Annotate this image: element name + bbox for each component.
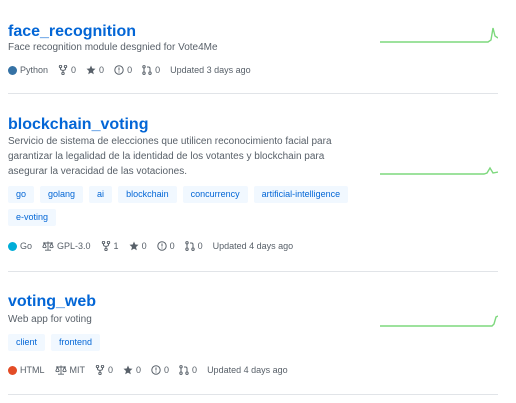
- activity-sparkline: [380, 27, 498, 43]
- language-color-dot: [8, 365, 17, 375]
- issue-icon: [151, 365, 161, 375]
- pulls-link[interactable]: 0: [142, 64, 160, 76]
- pulls-count: 0: [197, 241, 203, 251]
- pull-request-icon: [142, 65, 152, 75]
- updated-time: Updated 3 days ago: [170, 65, 251, 75]
- pulls-count: 0: [155, 65, 161, 75]
- pulls-link[interactable]: 0: [184, 240, 203, 252]
- stars-count: 0: [141, 241, 147, 251]
- language-label: HTML: [20, 365, 45, 375]
- topic-tag[interactable]: go: [8, 186, 35, 203]
- language-color-dot: [8, 241, 17, 251]
- topic-tag[interactable]: blockchain: [118, 186, 177, 203]
- pull-request-icon: [179, 365, 189, 375]
- forks-link[interactable]: 0: [58, 64, 76, 76]
- divider: [8, 93, 498, 94]
- stars-count: 0: [99, 65, 105, 75]
- pulls-count: 0: [192, 365, 198, 375]
- language-label: Go: [20, 241, 33, 251]
- star-icon: [123, 365, 133, 375]
- star-icon: [129, 241, 139, 251]
- repo-description: Face recognition module desgnied for Vot…: [8, 42, 218, 53]
- topics-list: go golang ai blockchain concurrency arti…: [8, 186, 368, 226]
- stars-link[interactable]: 0: [86, 64, 104, 76]
- topic-tag[interactable]: golang: [40, 186, 84, 203]
- stars-link[interactable]: 0: [129, 240, 147, 252]
- language-info: HTML: [8, 364, 45, 376]
- license-label: GPL-3.0: [57, 241, 91, 251]
- issues-link[interactable]: 0: [114, 64, 132, 76]
- law-icon: [54, 365, 67, 375]
- issue-icon: [114, 65, 124, 75]
- forks-count: 0: [71, 65, 77, 75]
- fork-icon: [101, 241, 110, 251]
- pulls-link[interactable]: 0: [179, 364, 197, 376]
- updated-time: Updated 4 days ago: [207, 365, 288, 375]
- topic-tag[interactable]: client: [8, 334, 46, 351]
- forks-count: 1: [113, 241, 119, 251]
- stars-count: 0: [136, 365, 142, 375]
- repo-meta: Python 0 0 0 0 Updated 3 days ago: [8, 64, 261, 76]
- updated-time: Updated 4 days ago: [212, 241, 294, 251]
- divider: [8, 394, 498, 395]
- star-icon: [86, 65, 96, 75]
- forks-link[interactable]: 0: [95, 364, 113, 376]
- fork-icon: [58, 65, 68, 75]
- fork-icon: [95, 365, 105, 375]
- issues-count: 0: [169, 241, 175, 251]
- language-color-dot: [8, 65, 17, 75]
- repo-title-link[interactable]: voting_web: [8, 292, 96, 312]
- issues-link[interactable]: 0: [156, 240, 175, 252]
- topic-tag[interactable]: frontend: [51, 334, 101, 351]
- language-info: Go: [8, 240, 32, 252]
- repo-description: Servicio de sistema de elecciones que ut…: [8, 136, 332, 177]
- law-icon: [42, 241, 54, 251]
- license-label: MIT: [69, 365, 86, 375]
- repo-meta: Go GPL-3.0 1 0 0 0 Updated 4 days ago: [8, 240, 303, 252]
- divider: [8, 271, 498, 272]
- repo-title-link[interactable]: face_recognition: [8, 22, 136, 42]
- issues-link[interactable]: 0: [151, 364, 169, 376]
- issue-icon: [156, 241, 167, 251]
- topics-list: client frontend: [8, 334, 368, 351]
- issues-count: 0: [127, 65, 133, 75]
- license-info: GPL-3.0: [42, 240, 91, 252]
- pull-request-icon: [184, 241, 195, 251]
- activity-sparkline: [380, 166, 498, 175]
- repo-meta: HTML MIT 0 0 0 0 Updated 4 days ago: [8, 364, 298, 376]
- forks-count: 0: [108, 365, 114, 375]
- topic-tag[interactable]: e-voting: [8, 209, 57, 226]
- forks-link[interactable]: 1: [101, 240, 119, 252]
- topic-tag[interactable]: concurrency: [182, 186, 248, 203]
- topic-tag[interactable]: ai: [89, 186, 113, 203]
- repo-description: Web app for voting: [8, 314, 92, 325]
- language-info: Python: [8, 64, 48, 76]
- repo-title-link[interactable]: blockchain_voting: [8, 115, 148, 135]
- stars-link[interactable]: 0: [123, 364, 141, 376]
- activity-sparkline: [380, 315, 498, 327]
- topic-tag[interactable]: artificial-intelligence: [253, 186, 349, 203]
- language-label: Python: [20, 65, 49, 75]
- issues-count: 0: [164, 365, 170, 375]
- license-info: MIT: [54, 364, 86, 376]
